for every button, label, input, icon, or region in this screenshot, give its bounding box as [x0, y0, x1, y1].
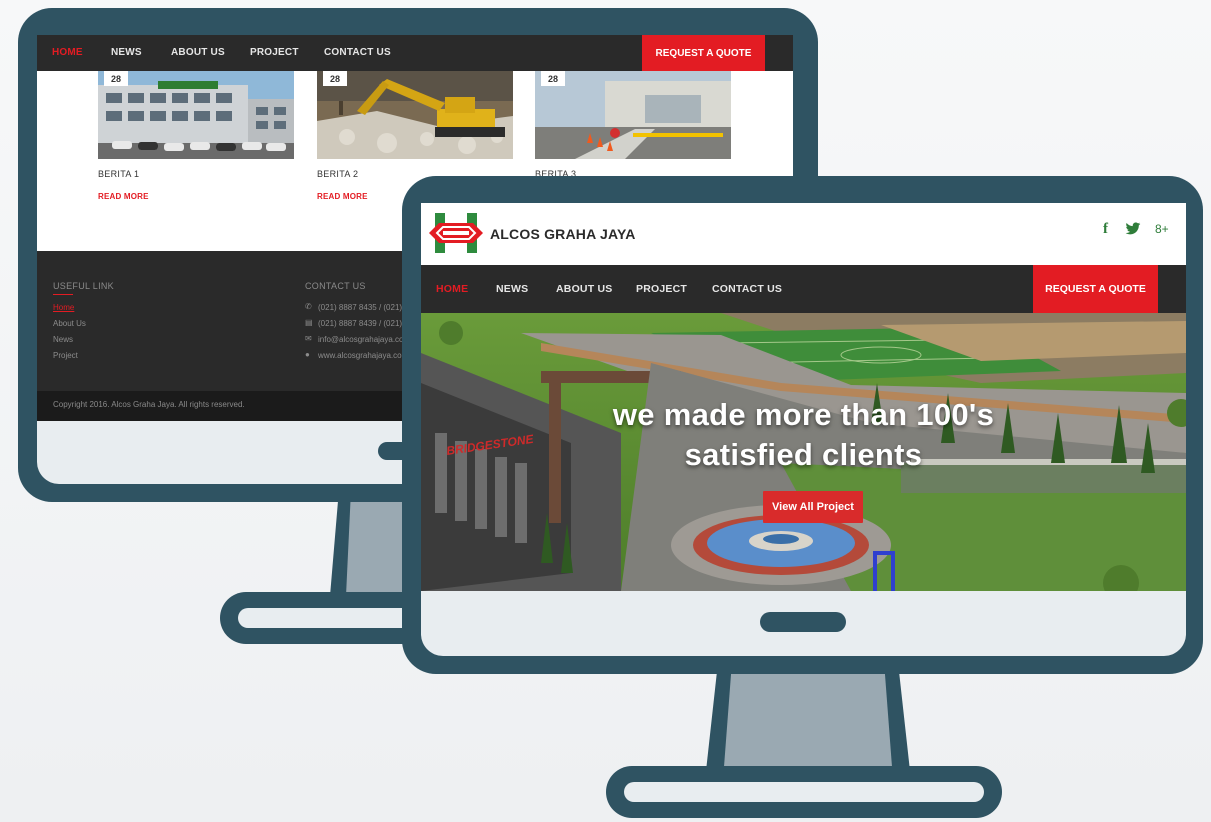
read-more-link[interactable]: READ MORE [317, 192, 368, 201]
back-nav-news[interactable]: NEWS [111, 47, 142, 58]
back-request-quote-button[interactable]: REQUEST A QUOTE [642, 35, 765, 71]
phone-icon: ✆ [305, 302, 312, 311]
hero-line-1: we made more than 100's [612, 397, 995, 432]
news-title[interactable]: BERITA 1 [98, 169, 139, 179]
front-screen: ALCOS GRAHA JAYA f 8+ HOME NEWS ABOUT US… [421, 203, 1186, 591]
news-thumbnail[interactable]: 28 [535, 71, 731, 159]
brand-name[interactable]: ALCOS GRAHA JAYA [490, 226, 636, 242]
back-nav-about[interactable]: ABOUT US [171, 47, 225, 58]
google-plus-icon[interactable]: 8+ [1155, 222, 1169, 236]
hero-headline: we made more than 100's satisfied client… [421, 395, 1186, 475]
company-logo-icon[interactable] [429, 211, 483, 255]
heading-underline [53, 294, 73, 295]
fax-icon: ▤ [305, 318, 313, 327]
footer-link-news[interactable]: News [53, 335, 73, 344]
useful-link-heading: USEFUL LINK [53, 281, 114, 291]
news-date-badge: 28 [104, 71, 128, 86]
front-nav-home[interactable]: HOME [436, 283, 468, 295]
mail-icon: ✉ [305, 334, 312, 343]
news-title[interactable]: BERITA 2 [317, 169, 358, 179]
front-request-quote-button[interactable]: REQUEST A QUOTE [1033, 265, 1158, 313]
hero-line-2: satisfied clients [684, 437, 923, 472]
front-monitor-webcam-slot [760, 612, 846, 632]
contact-website[interactable]: www.alcosgrahajaya.co [318, 351, 402, 360]
view-all-project-button[interactable]: View All Project [763, 491, 863, 523]
hero-banner: BRIDGESTONE we made more than 100's sati… [421, 313, 1186, 591]
footer-link-about[interactable]: About Us [53, 319, 86, 328]
front-navbar: HOME NEWS ABOUT US PROJECT CONTACT US RE… [421, 265, 1186, 313]
news-thumbnail[interactable]: 28 [317, 71, 513, 159]
facebook-icon[interactable]: f [1103, 221, 1108, 238]
news-date-badge: 28 [541, 71, 565, 86]
twitter-icon[interactable] [1125, 222, 1141, 236]
front-monitor-base-inner [624, 782, 984, 802]
read-more-link[interactable]: READ MORE [98, 192, 149, 201]
copyright-text: Copyright 2016. Alcos Graha Jaya. All ri… [53, 400, 245, 409]
contact-email[interactable]: info@alcosgrahajaya.co [318, 335, 404, 344]
back-nav-contact[interactable]: CONTACT US [324, 47, 391, 58]
contact-heading: CONTACT US [305, 281, 366, 291]
contact-phone: (021) 8887 8435 / (021) [318, 303, 403, 312]
front-nav-contact[interactable]: CONTACT US [712, 283, 782, 295]
news-thumbnail[interactable]: 28 [98, 71, 294, 159]
back-nav-project[interactable]: PROJECT [250, 47, 299, 58]
news-date-badge: 28 [323, 71, 347, 86]
globe-icon: ● [305, 350, 310, 359]
front-monitor-neck-inner [723, 668, 893, 780]
contact-fax: (021) 8887 8439 / (021) [318, 319, 403, 328]
front-nav-news[interactable]: NEWS [496, 283, 528, 295]
site-header: ALCOS GRAHA JAYA f 8+ [421, 203, 1186, 265]
front-nav-about[interactable]: ABOUT US [556, 283, 612, 295]
front-nav-project[interactable]: PROJECT [636, 283, 687, 295]
footer-link-project[interactable]: Project [53, 351, 78, 360]
back-navbar: HOME NEWS ABOUT US PROJECT CONTACT US RE… [37, 35, 793, 71]
footer-link-home[interactable]: Home [53, 303, 74, 312]
back-nav-home[interactable]: HOME [52, 47, 83, 58]
